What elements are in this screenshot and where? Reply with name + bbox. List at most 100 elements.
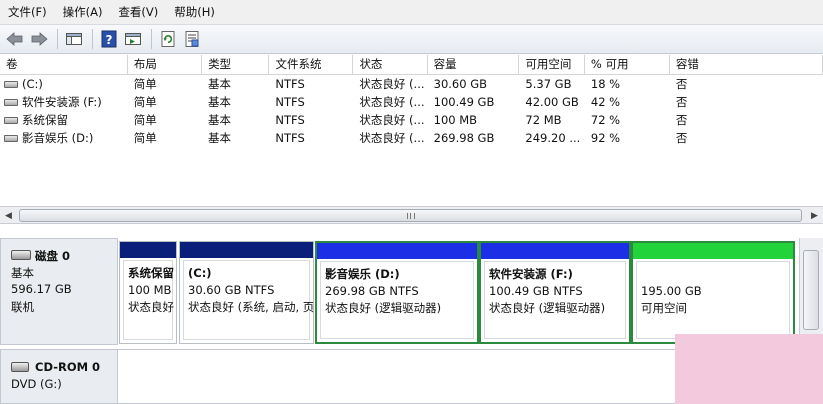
partition-name: 系统保留 <box>128 266 174 280</box>
cdrom-name: CD-ROM 0 <box>35 360 101 374</box>
partition-size: 269.98 GB NTFS <box>325 284 419 298</box>
partition-status: 状态良好 (逻辑驱动器) <box>325 301 442 315</box>
filesystem-cell: NTFS <box>275 77 305 91</box>
forward-arrow-icon[interactable] <box>28 28 50 50</box>
scroll-left-arrow-icon[interactable]: ◀ <box>0 207 17 224</box>
capacity-cell: 30.60 GB <box>433 77 488 91</box>
column-header-layout[interactable]: 布局 <box>128 55 203 74</box>
horizontal-scrollbar[interactable]: ◀ ▶ <box>0 207 823 224</box>
scrollbar-thumb[interactable] <box>19 209 802 222</box>
free-space-cell: 249.20 ... <box>525 131 581 145</box>
free-space-cell: 5.37 GB <box>525 77 572 91</box>
partition-color-bar <box>633 243 793 259</box>
status-cell: 状态良好 (... <box>359 131 425 145</box>
toolbar: ? <box>0 24 823 54</box>
free-space-cell: 72 MB <box>525 113 562 127</box>
table-header: 卷 布局 类型 文件系统 状态 容量 可用空间 % 可用 容错 <box>0 55 823 75</box>
fault-tolerance-cell: 否 <box>675 131 688 145</box>
cdrom-icon <box>11 362 29 372</box>
free-space-cell: 42.00 GB <box>525 95 579 109</box>
partition-system-reserved[interactable]: 系统保留 100 MB 状态良好 <box>119 241 177 344</box>
toolbar-divider <box>92 29 93 49</box>
back-arrow-icon[interactable] <box>4 28 26 50</box>
partition-f[interactable]: 软件安装源 (F:) 100.49 GB NTFS 状态良好 (逻辑驱动器) <box>479 241 631 344</box>
disk-name: 磁盘 0 <box>35 249 71 263</box>
refresh-icon[interactable] <box>157 28 179 50</box>
volume-table: 卷 布局 类型 文件系统 状态 容量 可用空间 % 可用 容错 (C:) 简单 … <box>0 55 823 207</box>
table-row[interactable]: 软件安装源 (F:) 简单 基本 NTFS 状态良好 (... 100.49 G… <box>0 93 823 111</box>
partition-name: (C:) <box>188 266 212 280</box>
capacity-cell: 269.98 GB <box>433 131 495 145</box>
volume-name: (C:) <box>22 77 43 91</box>
partition-status: 可用空间 <box>641 301 687 315</box>
partition-size: 30.60 GB NTFS <box>188 283 275 297</box>
volume-name: 影音娱乐 (D:) <box>22 131 94 145</box>
partition-size: 195.00 GB <box>641 284 702 298</box>
disk-0-info[interactable]: 磁盘 0 基本 596.17 GB 联机 <box>0 238 118 345</box>
column-header-status[interactable]: 状态 <box>353 55 428 74</box>
column-header-capacity[interactable]: 容量 <box>428 55 520 74</box>
cdrom-0-info[interactable]: CD-ROM 0 DVD (G:) <box>0 349 118 404</box>
drive-icon <box>4 134 18 142</box>
status-cell: 状态良好 (... <box>359 113 425 127</box>
volume-name: 软件安装源 (F:) <box>22 95 102 109</box>
percent-free-cell: 18 % <box>590 77 621 91</box>
partition-color-bar <box>180 242 313 258</box>
partition-free-space[interactable]: 195.00 GB 可用空间 <box>631 241 795 344</box>
toolbar-divider <box>57 29 58 49</box>
column-header-type[interactable]: 类型 <box>202 55 270 74</box>
filesystem-cell: NTFS <box>275 131 305 145</box>
column-header-filesystem[interactable]: 文件系统 <box>269 55 354 74</box>
fault-tolerance-cell: 否 <box>675 95 688 109</box>
partition-size: 100 MB <box>128 283 172 297</box>
disk-size: 596.17 GB <box>11 282 72 296</box>
table-row[interactable]: 影音娱乐 (D:) 简单 基本 NTFS 状态良好 (... 269.98 GB… <box>0 129 823 147</box>
drive-icon <box>4 116 18 124</box>
disk-type: 基本 <box>11 266 34 280</box>
partition-color-bar <box>481 243 629 259</box>
scroll-right-arrow-icon[interactable]: ▶ <box>806 207 823 224</box>
table-row[interactable]: (C:) 简单 基本 NTFS 状态良好 (... 30.60 GB 5.37 … <box>0 75 823 93</box>
partition-color-bar <box>317 243 477 259</box>
type-cell: 基本 <box>208 77 232 91</box>
volume-name: 系统保留 <box>22 113 68 127</box>
percent-free-cell: 42 % <box>590 95 621 109</box>
menu-file[interactable]: 文件(F) <box>0 0 55 24</box>
column-header-percent-free[interactable]: % 可用 <box>585 55 670 74</box>
layout-cell: 简单 <box>133 77 157 91</box>
partition-c[interactable]: (C:) 30.60 GB NTFS 状态良好 (系统, 启动, 页 <box>179 241 314 344</box>
partition-color-bar <box>120 242 176 258</box>
pane-divider <box>0 225 823 238</box>
menu-view[interactable]: 查看(V) <box>110 0 166 24</box>
percent-free-cell: 92 % <box>590 131 621 145</box>
properties-icon[interactable] <box>181 28 203 50</box>
menu-action[interactable]: 操作(A) <box>55 0 111 24</box>
layout-cell: 简单 <box>133 131 157 145</box>
hard-disk-icon <box>11 250 31 260</box>
console-tree-icon[interactable] <box>63 28 85 50</box>
capacity-cell: 100 MB <box>433 113 478 127</box>
help-icon[interactable]: ? <box>98 28 120 50</box>
partition-d[interactable]: 影音娱乐 (D:) 269.98 GB NTFS 状态良好 (逻辑驱动器) <box>315 241 479 344</box>
menu-help[interactable]: 帮助(H) <box>166 0 223 24</box>
fault-tolerance-cell: 否 <box>675 77 688 91</box>
menu-bar: 文件(F) 操作(A) 查看(V) 帮助(H) <box>0 0 823 24</box>
type-cell: 基本 <box>208 131 232 145</box>
table-row[interactable]: 系统保留 简单 基本 NTFS 状态良好 (... 100 MB 72 MB 7… <box>0 111 823 129</box>
drive-icon <box>4 98 18 106</box>
scrollbar-thumb[interactable] <box>803 250 819 330</box>
fault-tolerance-cell: 否 <box>675 113 688 127</box>
partition-name: 软件安装源 (F:) <box>489 267 573 281</box>
column-header-free-space[interactable]: 可用空间 <box>519 55 585 74</box>
vertical-scrollbar[interactable] <box>799 238 823 346</box>
column-header-volume[interactable]: 卷 <box>0 55 128 74</box>
layout-cell: 简单 <box>133 95 157 109</box>
filesystem-cell: NTFS <box>275 95 305 109</box>
status-cell: 状态良好 (... <box>359 77 425 91</box>
column-header-fault-tolerance[interactable]: 容错 <box>670 55 823 74</box>
partition-size: 100.49 GB NTFS <box>489 284 583 298</box>
disk-map: 磁盘 0 基本 596.17 GB 联机 系统保留 100 MB 状态良好 (C… <box>0 238 823 404</box>
show-hide-icon[interactable] <box>122 28 144 50</box>
type-cell: 基本 <box>208 95 232 109</box>
partition-status: 状态良好 (逻辑驱动器) <box>489 301 606 315</box>
